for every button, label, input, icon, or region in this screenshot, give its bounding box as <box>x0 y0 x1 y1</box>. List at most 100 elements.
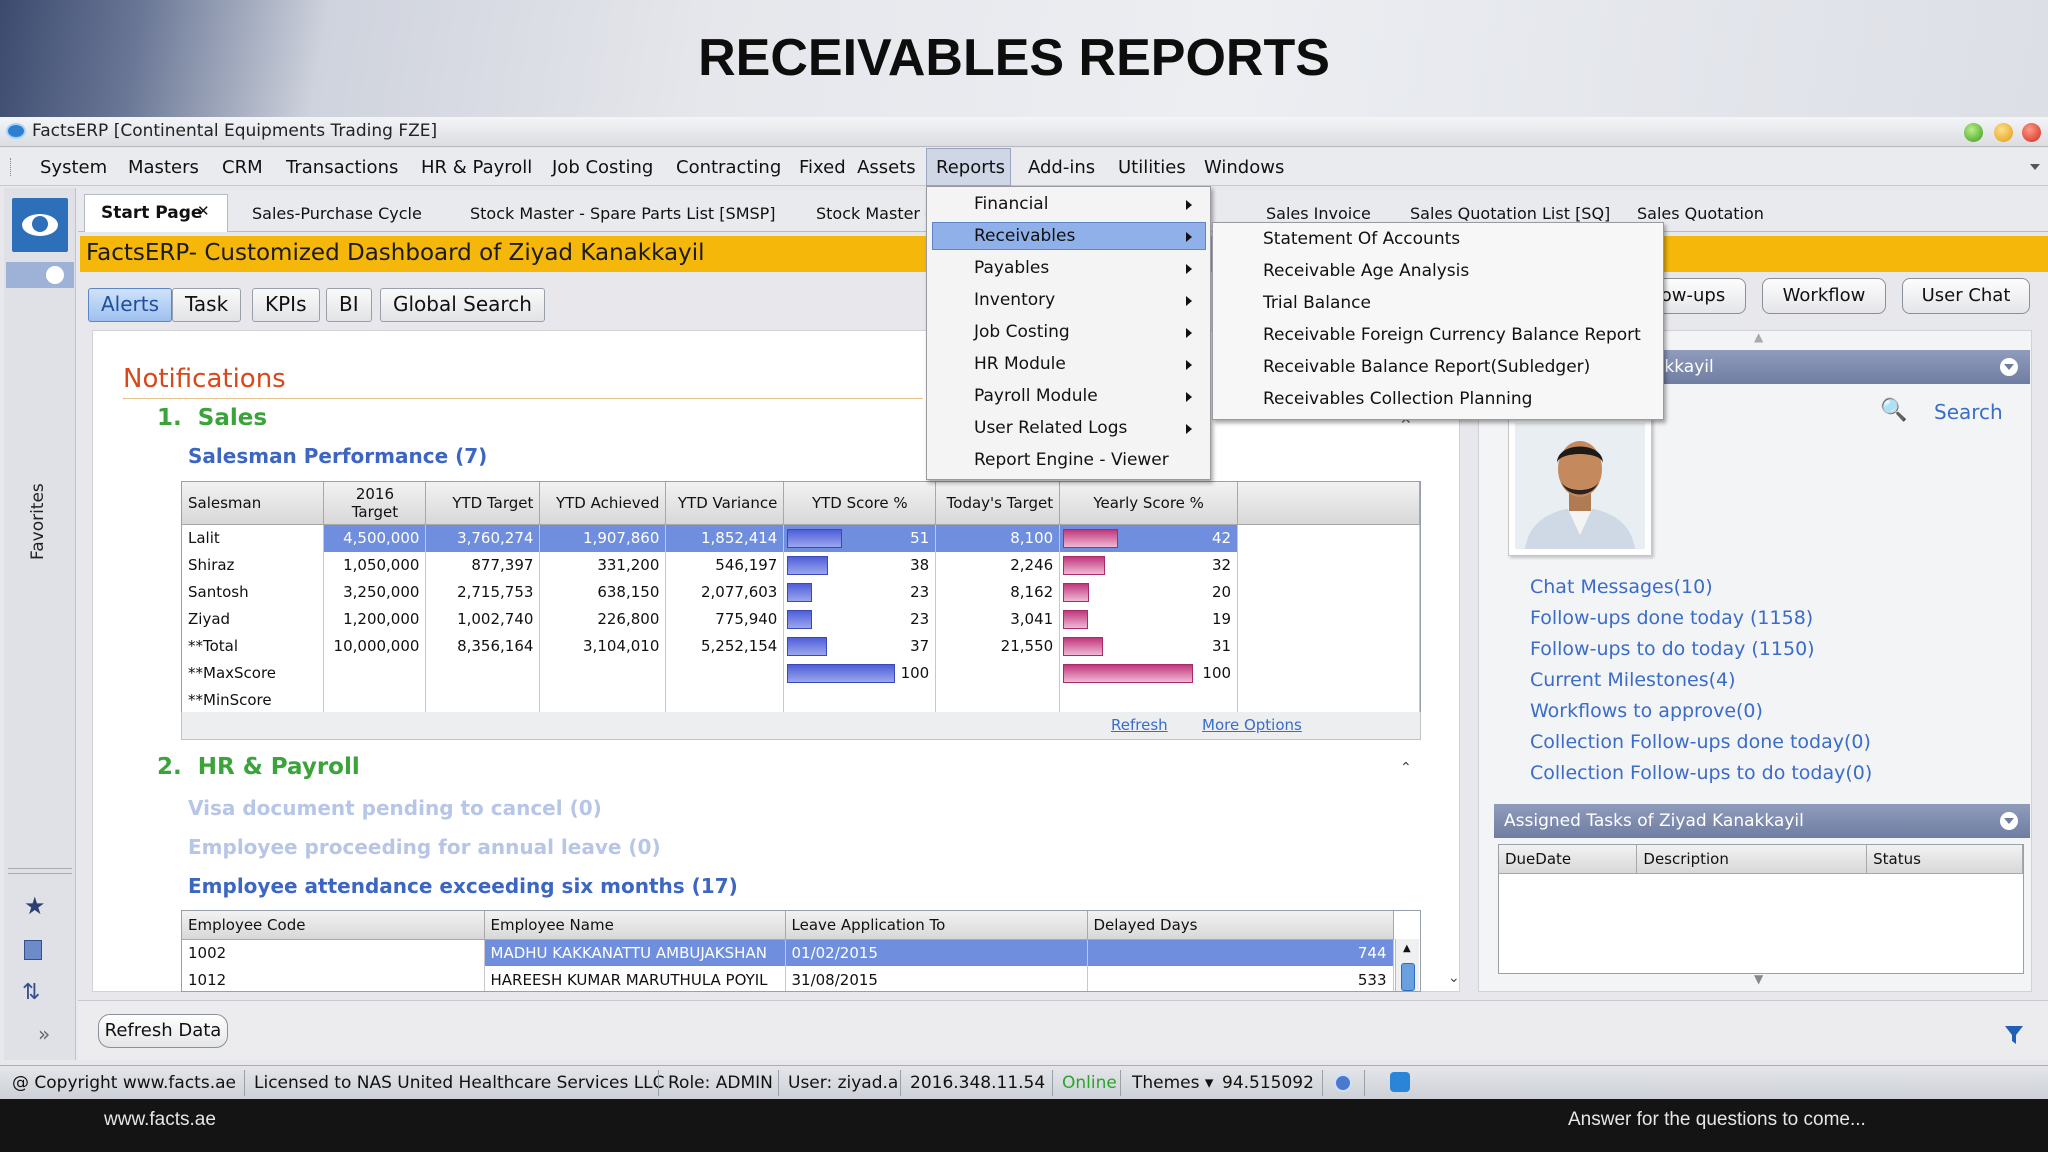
search-link[interactable]: Search <box>1934 400 2003 424</box>
submenu-statement-of-accounts[interactable]: Statement Of Accounts <box>1263 229 1460 249</box>
bi-button[interactable]: BI <box>326 288 372 322</box>
scroll-thumb[interactable] <box>1401 963 1415 991</box>
task-button[interactable]: Task <box>172 288 242 322</box>
menu-item-financial[interactable]: Financial <box>974 194 1048 214</box>
alerts-button[interactable]: Alerts <box>88 288 173 322</box>
menu-hr-payroll[interactable]: HR & Payroll <box>421 157 532 178</box>
maximize-button[interactable] <box>1994 123 2013 142</box>
attendance-table-scrollbar[interactable]: ▲ <box>1395 939 1419 991</box>
salesman-performance-heading[interactable]: Salesman Performance (7) <box>188 444 487 468</box>
expand-sidebar-icon[interactable]: » <box>38 1022 50 1046</box>
user-chat-button[interactable]: User Chat <box>1902 278 2030 314</box>
col-2016-target[interactable]: 2016 Target <box>323 482 427 525</box>
refresh-data-button[interactable]: Refresh Data <box>98 1014 228 1048</box>
attendance-exceeding-item[interactable]: Employee attendance exceeding six months… <box>188 874 738 898</box>
menu-system[interactable]: System <box>40 157 107 178</box>
menu-item-report-engine-viewer[interactable]: Report Engine - Viewer <box>974 450 1169 470</box>
menu-crm[interactable]: CRM <box>222 157 263 178</box>
menu-item-hr-module[interactable]: HR Module <box>974 354 1066 374</box>
document-icon[interactable] <box>24 940 42 960</box>
tab-stock-master[interactable]: Stock Master - <box>816 204 931 223</box>
filter-icon[interactable] <box>2004 1024 2024 1046</box>
menu-masters[interactable]: Masters <box>128 157 199 178</box>
col-employee-name[interactable]: Employee Name <box>484 911 786 940</box>
current-milestones-link[interactable]: Current Milestones(4) <box>1530 665 1872 696</box>
close-button[interactable] <box>2022 123 2041 142</box>
assigned-tasks-header[interactable]: Assigned Tasks of Ziyad Kanakkayil <box>1494 804 2030 838</box>
workflows-to-approve-link[interactable]: Workflows to approve(0) <box>1530 696 1872 727</box>
col-due-date[interactable]: DueDate <box>1499 845 1638 874</box>
scroll-up-icon[interactable]: ▲ <box>1403 943 1411 954</box>
submenu-receivable-balance-subledger[interactable]: Receivable Balance Report(Subledger) <box>1263 357 1590 377</box>
col-description[interactable]: Description <box>1636 845 1868 874</box>
menubar-overflow-icon[interactable] <box>2030 164 2040 170</box>
col-ytd-variance[interactable]: YTD Variance <box>665 482 785 525</box>
sidebar-splitter[interactable] <box>8 868 72 874</box>
sort-arrows-icon[interactable]: ⇅ <box>22 980 40 1005</box>
col-ytd-target[interactable]: YTD Target <box>425 482 541 525</box>
search-icon[interactable]: 🔍 <box>1880 398 1907 423</box>
menu-item-payroll-module[interactable]: Payroll Module <box>974 386 1098 406</box>
menu-item-user-related-logs[interactable]: User Related Logs <box>974 418 1127 438</box>
col-ytd-score[interactable]: YTD Score % <box>783 482 937 525</box>
chevron-down-icon[interactable] <box>2000 812 2018 830</box>
menu-item-receivables[interactable]: Receivables <box>974 226 1075 246</box>
collapse-left-icon[interactable] <box>46 266 64 284</box>
global-search-button[interactable]: Global Search <box>380 288 545 322</box>
panel-scroll-down-icon[interactable]: ⌄ <box>1448 970 1460 986</box>
submenu-receivable-age-analysis[interactable]: Receivable Age Analysis <box>1263 261 1469 281</box>
table-row[interactable]: Lalit 4,500,000 3,760,274 1,907,860 1,852,41… <box>182 524 1420 552</box>
submenu-receivables-collection-planning[interactable]: Receivables Collection Planning <box>1263 389 1532 409</box>
table-row[interactable]: 1012 HAREESH KUMAR MARUTHULA POYIL 31/08… <box>182 966 1394 991</box>
table-row[interactable]: **Total 10,000,000 8,356,164 3,104,010 5,252… <box>182 632 1420 660</box>
collapse-hr-icon[interactable]: ⌃ <box>1400 760 1412 776</box>
table-row[interactable]: Shiraz 1,050,000 877,397 331,200 546,197 38 2,… <box>182 551 1420 579</box>
tab-sales-invoice[interactable]: Sales Invoice <box>1266 204 1371 223</box>
menu-utilities[interactable]: Utilities <box>1118 157 1186 178</box>
tab-sales-quotation-list[interactable]: Sales Quotation List [SQ] <box>1410 204 1610 223</box>
menu-contracting[interactable]: Contracting <box>676 157 781 178</box>
menu-add-ins[interactable]: Add-ins <box>1028 157 1095 178</box>
refresh-link[interactable]: Refresh <box>1111 716 1168 734</box>
menu-item-payables[interactable]: Payables <box>974 258 1049 278</box>
help-icon[interactable] <box>1334 1074 1352 1092</box>
col-ytd-achieved[interactable]: YTD Achieved <box>539 482 667 525</box>
col-status[interactable]: Status <box>1866 845 2023 874</box>
menu-item-job-costing[interactable]: Job Costing <box>974 322 1070 342</box>
tab-sales-quotation[interactable]: Sales Quotation <box>1637 204 1764 223</box>
chevron-down-icon[interactable] <box>2000 358 2018 376</box>
favorites-star-icon[interactable]: ★ <box>24 892 46 920</box>
col-delayed-days[interactable]: Delayed Days <box>1087 911 1394 940</box>
tasks-scroll-down-icon[interactable]: ▼ <box>1754 972 1763 986</box>
table-row[interactable]: **MaxScore 100 100 <box>182 659 1420 687</box>
annual-leave-item[interactable]: Employee proceeding for annual leave (0) <box>188 835 661 859</box>
menu-job-costing[interactable]: Job Costing <box>552 157 653 178</box>
favorites-collapse-strip[interactable] <box>6 262 74 288</box>
menu-item-inventory[interactable]: Inventory <box>974 290 1055 310</box>
col-todays-target[interactable]: Today's Target <box>935 482 1061 525</box>
table-row[interactable]: Ziyad 1,200,000 1,002,740 226,800 775,940 23 3… <box>182 605 1420 633</box>
table-row[interactable]: Santosh 3,250,000 2,715,753 638,150 2,077,60… <box>182 578 1420 606</box>
tab-close-icon[interactable]: ✕ <box>197 202 210 220</box>
menu-windows[interactable]: Windows <box>1204 157 1284 178</box>
table-row[interactable]: **MinScore <box>182 686 1420 714</box>
tab-start-page[interactable]: Start Page ✕ <box>84 194 228 232</box>
menu-reports[interactable]: Reports <box>936 157 1005 178</box>
col-leave-application-to[interactable]: Leave Application To <box>785 911 1088 940</box>
workflow-button[interactable]: Workflow <box>1762 278 1886 314</box>
tab-stock-master-spare-parts[interactable]: Stock Master - Spare Parts List [SMSP] <box>470 204 776 223</box>
collection-follow-ups-done-link[interactable]: Collection Follow-ups done today(0) <box>1530 727 1872 758</box>
themes-dropdown[interactable]: Themes ▾ <box>1132 1073 1213 1093</box>
menu-fixed-assets[interactable]: Fixed Assets <box>799 157 916 178</box>
collection-follow-ups-todo-link[interactable]: Collection Follow-ups to do today(0) <box>1530 758 1872 789</box>
table-row[interactable]: 1002 MADHU KAKKANATTU AMBUJAKSHAN 01/02/… <box>182 939 1394 966</box>
col-salesman[interactable]: Salesman <box>182 482 325 525</box>
col-employee-code[interactable]: Employee Code <box>182 911 485 940</box>
submenu-trial-balance[interactable]: Trial Balance <box>1263 293 1371 313</box>
col-yearly-score[interactable]: Yearly Score % <box>1059 482 1239 525</box>
follow-ups-done-link[interactable]: Follow-ups done today (1158) <box>1530 603 1872 634</box>
tab-sales-purchase-cycle[interactable]: Sales-Purchase Cycle <box>252 204 422 223</box>
panel-scroll-up-icon[interactable]: ▲ <box>1754 330 1763 344</box>
minimize-button[interactable] <box>1964 123 1983 142</box>
kpis-button[interactable]: KPIs <box>252 288 320 322</box>
